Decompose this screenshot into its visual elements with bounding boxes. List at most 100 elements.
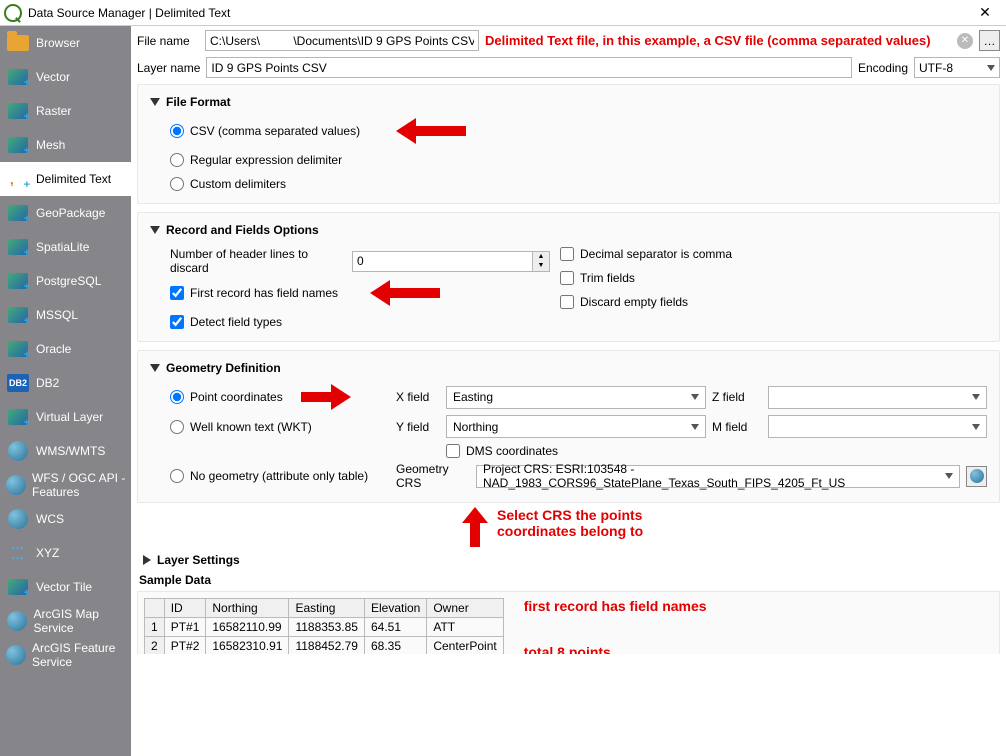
expand-icon	[143, 555, 151, 565]
sidebar-item-label: DB2	[36, 376, 59, 390]
close-button[interactable]: ✕	[964, 0, 1006, 26]
sample-table: IDNorthingEastingElevationOwner1PT#11658…	[144, 598, 504, 654]
mfield-combo[interactable]	[768, 415, 987, 438]
collapse-icon	[150, 364, 160, 372]
first-record-check[interactable]	[170, 286, 184, 300]
db2-icon: DB2	[6, 372, 30, 394]
sidebar-item-label: Oracle	[36, 342, 71, 356]
sidebar-item-db2[interactable]: DB2 DB2	[0, 366, 131, 400]
sidebar-item-mssql[interactable]: MSSQL	[0, 298, 131, 332]
table-header: ID	[164, 599, 206, 618]
zfield-combo[interactable]	[768, 386, 987, 409]
virtual-icon	[6, 406, 30, 428]
vector-icon	[6, 66, 30, 88]
geopkg-icon	[6, 202, 30, 224]
sidebar: Browser VectorRaster Mesh +, Delimited Text G…	[0, 26, 131, 756]
sidebar-item-geopackage[interactable]: GeoPackage	[0, 196, 131, 230]
chevron-down-icon	[691, 424, 699, 430]
annot-arrow-csv	[396, 119, 466, 143]
browse-file-button[interactable]: …	[979, 30, 1000, 51]
xfield-label: X field	[396, 390, 440, 404]
sidebar-item-spatialite[interactable]: SpatiaLite	[0, 230, 131, 264]
window-title: Data Source Manager | Delimited Text	[28, 6, 230, 20]
xfield-combo[interactable]: Easting	[446, 386, 706, 409]
mfield-label: M field	[712, 420, 762, 434]
detect-types-label: Detect field types	[190, 315, 282, 329]
elephant-icon	[6, 270, 30, 292]
annot-total-1: total 8 points	[524, 644, 707, 654]
sidebar-item-virtual-layer[interactable]: Virtual Layer	[0, 400, 131, 434]
chevron-down-icon	[691, 394, 699, 400]
table-header: Elevation	[364, 599, 426, 618]
main-panel: File name Delimited Text file, in this e…	[131, 26, 1006, 756]
sidebar-item-oracle[interactable]: Oracle	[0, 332, 131, 366]
point-coords-radio[interactable]	[170, 390, 184, 404]
sidebar-item-xyz[interactable]: ▪▪▪▪▪▪XYZ	[0, 536, 131, 570]
encoding-label: Encoding	[858, 61, 908, 75]
custom-radio[interactable]	[170, 177, 184, 191]
mssql-icon	[6, 304, 30, 326]
sidebar-item-wms-wmts[interactable]: WMS/WMTS	[0, 434, 131, 468]
sidebar-item-raster[interactable]: Raster	[0, 94, 131, 128]
globe-icon	[6, 508, 30, 530]
mesh-icon	[6, 134, 30, 156]
header-lines-spinner[interactable]: ▲▼	[352, 251, 550, 272]
feather-icon	[6, 236, 30, 258]
sidebar-item-arcgis-map-service[interactable]: ArcGIS Map Service	[0, 604, 131, 638]
yfield-label: Y field	[396, 420, 440, 434]
sidebar-item-label: Mesh	[36, 138, 65, 152]
sidebar-item-vector-tile[interactable]: Vector Tile	[0, 570, 131, 604]
sidebar-item-arcgis-feature-service[interactable]: ArcGIS Feature Service	[0, 638, 131, 672]
yfield-combo[interactable]: Northing	[446, 415, 706, 438]
sidebar-item-label: PostgreSQL	[36, 274, 101, 288]
wkt-radio[interactable]	[170, 420, 184, 434]
sidebar-item-mesh[interactable]: Mesh	[0, 128, 131, 162]
sidebar-item-postgresql[interactable]: PostgreSQL	[0, 264, 131, 298]
decimal-comma-check[interactable]	[560, 247, 574, 261]
nogeom-radio[interactable]	[170, 469, 184, 483]
regex-radio[interactable]	[170, 153, 184, 167]
table-header: Easting	[289, 599, 365, 618]
sidebar-item-wfs-ogc-api-features[interactable]: WFS / OGC API - Features	[0, 468, 131, 502]
chevron-down-icon	[945, 473, 953, 479]
sidebar-item-browser[interactable]: Browser	[0, 26, 131, 60]
layer-settings-header[interactable]: Layer Settings	[143, 553, 1000, 567]
sidebar-item-label: XYZ	[36, 546, 59, 560]
filename-input[interactable]	[205, 30, 479, 51]
vtile-icon	[6, 576, 30, 598]
csv-radio[interactable]	[170, 124, 184, 138]
trim-fields-check[interactable]	[560, 271, 574, 285]
globe-icon	[6, 644, 26, 666]
layername-input[interactable]	[206, 57, 852, 78]
delimited-icon: +,	[6, 168, 30, 190]
folder-icon	[6, 32, 30, 54]
sidebar-item-label: Browser	[36, 36, 80, 50]
decimal-comma-label: Decimal separator is comma	[580, 247, 732, 261]
detect-types-check[interactable]	[170, 315, 184, 329]
encoding-combo[interactable]: UTF-8	[914, 57, 1000, 78]
sidebar-item-vector[interactable]: Vector	[0, 60, 131, 94]
sidebar-item-label: WFS / OGC API - Features	[32, 471, 131, 499]
sample-data-title: Sample Data	[139, 573, 1000, 587]
geometry-header[interactable]: Geometry Definition	[150, 361, 987, 375]
clear-filename-button[interactable]: ✕	[957, 33, 973, 49]
dms-check[interactable]	[446, 444, 460, 458]
record-fields-header[interactable]: Record and Fields Options	[150, 223, 987, 237]
chevron-down-icon	[987, 65, 995, 71]
crs-picker-button[interactable]	[966, 466, 987, 487]
oracle-icon	[6, 338, 30, 360]
sidebar-item-label: Delimited Text	[36, 172, 111, 186]
sidebar-item-wcs[interactable]: WCS	[0, 502, 131, 536]
annot-arrow-firstrec	[370, 281, 440, 305]
crs-combo[interactable]: Project CRS: ESRI:103548 - NAD_1983_CORS…	[476, 465, 960, 488]
file-format-header[interactable]: File Format	[150, 95, 987, 109]
discard-empty-label: Discard empty fields	[580, 295, 688, 309]
annot-crs-line2: coordinates belong to	[497, 523, 643, 539]
sidebar-item-label: MSSQL	[36, 308, 78, 322]
custom-radio-label: Custom delimiters	[190, 177, 286, 191]
discard-empty-check[interactable]	[560, 295, 574, 309]
sidebar-item-delimited-text[interactable]: +, Delimited Text	[0, 162, 131, 196]
geometry-group: Geometry Definition Point coordinates X …	[137, 350, 1000, 503]
chevron-down-icon	[972, 394, 980, 400]
trim-fields-label: Trim fields	[580, 271, 635, 285]
